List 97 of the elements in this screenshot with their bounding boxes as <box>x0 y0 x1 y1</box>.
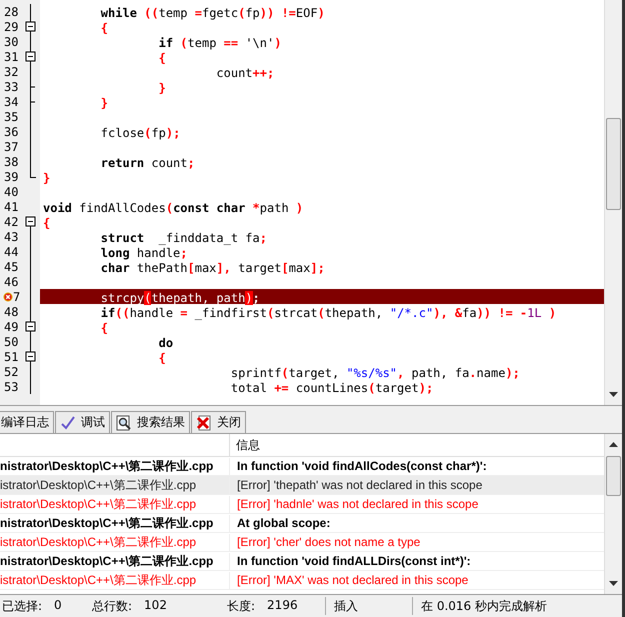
code-line: total += countLines(target); <box>230 381 434 396</box>
line-number: 43 <box>4 230 18 244</box>
line-number: 36 <box>4 124 18 138</box>
line-number: 51 <box>4 350 18 364</box>
code-line: return count; <box>100 156 195 171</box>
collapse-button[interactable] <box>24 214 37 229</box>
line-number: 29 <box>4 20 18 34</box>
line-number: 28 <box>4 4 18 18</box>
line-number: 40 <box>4 184 18 198</box>
line-number: 45 <box>4 260 18 274</box>
code-line: struct _finddata_t fa; <box>100 231 267 246</box>
scroll-down-icon[interactable] <box>609 581 618 586</box>
scrollbar[interactable] <box>604 434 622 594</box>
scrollbar-thumb[interactable] <box>606 456 621 496</box>
checkmark-icon <box>60 414 76 431</box>
line-number: 30 <box>4 34 18 48</box>
code-line: { <box>100 21 108 36</box>
table-cell-text: [Error] 'hadnle' was not declared in this scope <box>236 497 478 512</box>
table-cell: nistrator\Desktop\C++\第二课作业.cpp <box>0 458 230 475</box>
line-number: 37 <box>4 140 18 154</box>
line-number: 39 <box>4 170 18 184</box>
scrollbar[interactable] <box>604 0 622 406</box>
table-row[interactable]: istrator\Desktop\C++\第二课作业.cpp [Error] 'cher' does not name a type <box>0 533 604 552</box>
scrollbar-thumb[interactable] <box>606 118 621 210</box>
panel-tab[interactable]: 关闭 <box>191 411 246 434</box>
code-line: void findAllCodes(const char *path ) <box>43 201 304 216</box>
selected-row[interactable]: istrator\Desktop\C++\第二课作业.cpp [Error] 'thepath' was not declared in this scope <box>0 476 604 496</box>
status-value: 102 <box>144 598 167 614</box>
line-number: 31 <box>4 50 18 64</box>
table-row[interactable]: nistrator\Desktop\C++\第二课作业.cpp At global scope: <box>0 514 604 534</box>
code-line: { <box>100 321 108 336</box>
line-number: 32 <box>4 64 18 78</box>
code-line: sprintf(target, "%s/%s", path, fa.name); <box>230 366 520 381</box>
code-line: { <box>158 51 166 66</box>
collapse-button[interactable] <box>24 19 37 34</box>
code-line: if((handle = _findfirst(strcat(thepath, "/*.c"), &fa)) != -1L ) <box>100 306 556 321</box>
table-cell-text: [Error] 'cher' does not name a type <box>236 535 420 550</box>
table-cell: istrator\Desktop\C++\第二课作业.cpp <box>0 534 230 551</box>
collapse-button[interactable] <box>24 349 37 364</box>
table-cell: istrator\Desktop\C++\第二课作业.cpp <box>0 476 230 494</box>
status-label: 长度: <box>227 598 256 615</box>
collapse-button[interactable] <box>24 319 37 334</box>
status-value: 2196 <box>267 598 298 614</box>
line-number: 52 <box>4 364 18 378</box>
table-cell-text: [Error] 'MAX' was not declared in this scope <box>236 573 468 588</box>
line-number: 7 <box>13 290 20 304</box>
code-line: strcpy(thepath, path); <box>100 291 260 306</box>
code-line: } <box>100 96 108 111</box>
code-line: } <box>158 81 166 96</box>
line-number: 53 <box>4 380 18 394</box>
line-number: 38 <box>4 154 18 168</box>
code-line: char thePath[max], target[max]; <box>100 261 325 276</box>
line-number: 46 <box>4 274 18 288</box>
code-line: } <box>43 171 50 186</box>
status-mode: 插入 <box>334 598 359 615</box>
status-label: 总行数: <box>92 598 132 615</box>
code-line: count++; <box>215 66 274 81</box>
table-cell-text: [Error] 'thepath' was not declared in this scope <box>236 478 482 492</box>
status-message: 在 0.016 秒内完成解析 <box>421 598 547 615</box>
collapse-button[interactable] <box>24 49 37 64</box>
code-line: { <box>158 351 166 366</box>
scroll-down-icon[interactable] <box>609 392 618 398</box>
scroll-up-icon[interactable] <box>609 442 618 448</box>
code-line: long handle; <box>100 246 188 261</box>
status-label: 已选择: <box>2 598 42 615</box>
line-number: 35 <box>4 110 18 124</box>
column-header[interactable]: 信息 <box>230 434 604 456</box>
close-icon <box>196 414 212 431</box>
code-line: { <box>43 216 50 231</box>
table-cell: istrator\Desktop\C++\第二课作业.cpp <box>0 572 230 589</box>
table-cell-text: In function 'void findALLDirs(const int*)': <box>236 554 471 568</box>
table-cell-text: In function 'void findAllCodes(const char*)': <box>236 459 487 474</box>
error-icon <box>3 292 13 302</box>
table-cell-text: At global scope: <box>236 516 330 530</box>
line-number: 33 <box>4 80 18 94</box>
table-cell: nistrator\Desktop\C++\第二课作业.cpp <box>0 514 230 532</box>
table-cell: nistrator\Desktop\C++\第二课作业.cpp <box>0 552 230 570</box>
line-number: 49 <box>4 320 18 334</box>
code-line: if (temp == '\n') <box>158 36 282 51</box>
panel-tab[interactable]: 搜索结果 <box>111 411 190 434</box>
line-number: 42 <box>4 214 18 228</box>
panel-tab[interactable]: 编译日志 <box>0 411 54 434</box>
line-number: 48 <box>4 304 18 318</box>
search-icon <box>116 414 132 431</box>
table-row[interactable]: istrator\Desktop\C++\第二课作业.cpp [Error] 'hadnle' was not declared in this scope <box>0 495 604 514</box>
line-number: 34 <box>4 94 18 108</box>
line-number: 41 <box>4 200 18 214</box>
panel-tab[interactable]: 调试 <box>55 411 110 434</box>
status-value: 0 <box>54 598 62 614</box>
code-line: fclose(fp); <box>100 126 180 141</box>
table-cell: istrator\Desktop\C++\第二课作业.cpp <box>0 496 230 513</box>
code-line: while ((temp =fgetc(fp)) !=EOF) <box>100 6 325 21</box>
line-number: 44 <box>4 244 18 258</box>
table-row[interactable]: istrator\Desktop\C++\第二课作业.cpp [Error] 'MAX' was not declared in this scope <box>0 571 604 590</box>
code-line: do <box>158 336 174 351</box>
table-row[interactable]: nistrator\Desktop\C++\第二课作业.cpp In function 'void findALLDirs(const int*)': <box>0 552 604 572</box>
line-number: 50 <box>4 334 18 348</box>
